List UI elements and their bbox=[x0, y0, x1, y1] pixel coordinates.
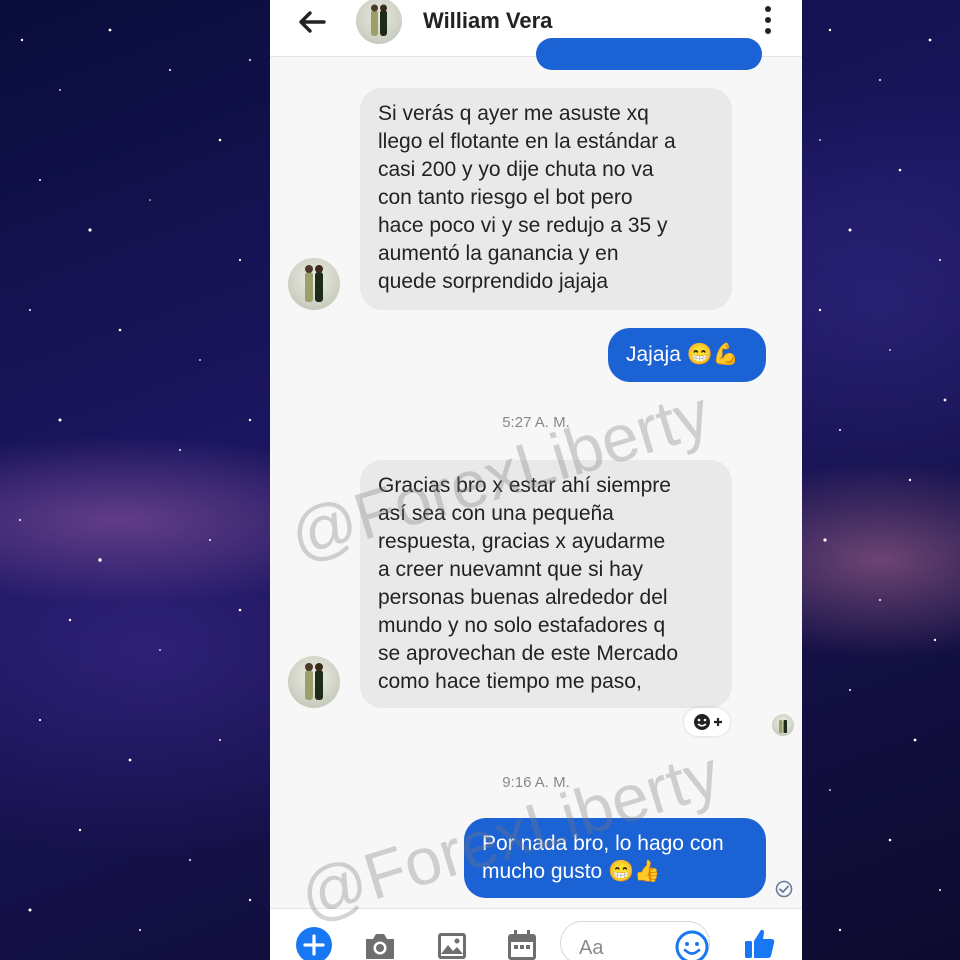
couple-photo-icon bbox=[371, 4, 387, 36]
message-line: Por nada bro, lo hago con bbox=[482, 832, 724, 855]
gallery-icon[interactable] bbox=[434, 927, 470, 960]
message-text: Jajaja 😁💪 bbox=[626, 343, 739, 366]
outgoing-message-bubble[interactable]: Jajaja 😁💪 bbox=[608, 328, 766, 382]
couple-photo-icon bbox=[305, 265, 323, 302]
incoming-message-bubble[interactable]: Gracias bro x estar ahí siempre así sea … bbox=[360, 460, 732, 708]
message-line: como hace tiempo me paso, bbox=[378, 670, 642, 693]
arrow-left-icon[interactable] bbox=[296, 6, 328, 38]
message-line: con tanto riesgo el bot pero bbox=[378, 186, 633, 209]
messenger-window: William Vera Si verás q ayer me asuste x… bbox=[270, 0, 802, 960]
message-line: así sea con una pequeña bbox=[378, 502, 614, 525]
sender-avatar[interactable] bbox=[288, 258, 340, 310]
incoming-message-bubble[interactable]: Si verás q ayer me asuste xq llego el fl… bbox=[360, 88, 732, 310]
message-line: se aprovechan de este Mercado bbox=[378, 642, 679, 665]
more-vertical-icon[interactable] bbox=[762, 4, 774, 36]
calendar-icon[interactable] bbox=[504, 927, 540, 960]
camera-icon[interactable] bbox=[362, 927, 398, 960]
message-composer bbox=[270, 908, 802, 960]
couple-photo-icon bbox=[779, 720, 787, 733]
message-line: respuesta, gracias x ayudarme bbox=[378, 530, 666, 553]
delivered-check-icon bbox=[775, 880, 793, 898]
message-line: a creer nuevamnt que si hay bbox=[378, 558, 643, 581]
emoji-plus-icon bbox=[694, 714, 722, 730]
emoji-icon[interactable] bbox=[674, 929, 710, 960]
thumbs-up-icon[interactable] bbox=[742, 925, 778, 960]
previous-outgoing-bubble[interactable] bbox=[536, 38, 762, 70]
message-line: casi 200 y yo dije chuta no va bbox=[378, 158, 654, 181]
sender-avatar[interactable] bbox=[288, 656, 340, 708]
message-line: hace poco vi y se redujo a 35 y bbox=[378, 214, 668, 237]
message-line: Gracias bro x estar ahí siempre bbox=[378, 474, 671, 497]
message-line: Si verás q ayer me asuste xq bbox=[378, 102, 649, 125]
timestamp: 5:27 A. M. bbox=[502, 414, 570, 431]
couple-photo-icon bbox=[305, 663, 323, 700]
timestamp: 9:16 A. M. bbox=[502, 774, 570, 791]
seen-indicator-avatar bbox=[772, 714, 794, 736]
outgoing-message-bubble[interactable]: Por nada bro, lo hago con mucho gusto 😁👍 bbox=[464, 818, 766, 898]
message-line: personas buenas alrededor del bbox=[378, 586, 668, 609]
add-reaction-button[interactable] bbox=[684, 708, 730, 736]
message-line: aumentó la ganancia y en bbox=[378, 242, 619, 265]
contact-avatar[interactable] bbox=[356, 0, 402, 44]
message-line: mundo y no solo estafadores q bbox=[378, 614, 666, 637]
contact-name[interactable]: William Vera bbox=[423, 8, 552, 34]
plus-icon[interactable] bbox=[296, 927, 332, 960]
message-line: mucho gusto 😁👍 bbox=[482, 860, 661, 883]
message-line: quede sorprendido jajaja bbox=[378, 270, 609, 293]
message-line: llego el flotante en la estándar a bbox=[378, 130, 676, 153]
